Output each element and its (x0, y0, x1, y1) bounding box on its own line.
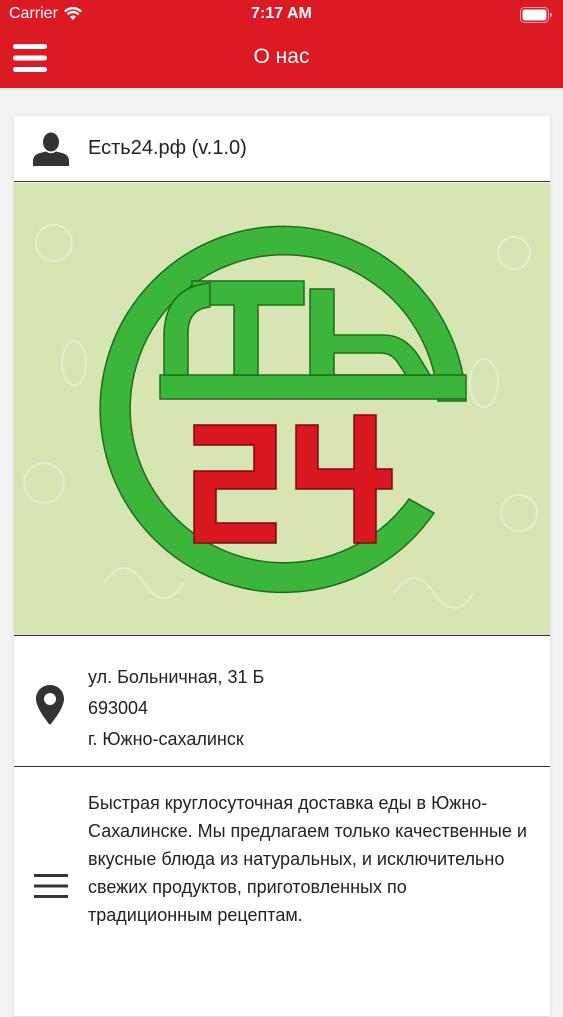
app-name-title: Есть24.рф (v.1.0) (88, 137, 247, 159)
navigation-bar: О нас (0, 30, 563, 88)
user-icon (33, 132, 69, 166)
description-section: Быстрая круглосуточная доставка еды в Юж… (14, 767, 550, 1017)
address-city: г. Южно-сахалинск (88, 729, 244, 749)
status-bar: Carrier 7:17 AM (0, 0, 563, 30)
description-text: Быстрая круглосуточная доставка еды в Юж… (88, 793, 527, 925)
address-lines: ул. Больничная, 31 Б 693004 г. Южно-саха… (88, 662, 264, 755)
logo-image (14, 183, 550, 635)
address-street: ул. Больничная, 31 Б (88, 667, 265, 687)
address-section: ул. Больничная, 31 Б 693004 г. Южно-саха… (14, 635, 550, 767)
battery-icon (520, 7, 552, 23)
address-postcode: 693004 (88, 698, 149, 718)
card-header: Есть24.рф (v.1.0) (14, 116, 550, 182)
text-lines-icon (34, 874, 68, 898)
app-header: Carrier 7:17 AM О нас (0, 0, 563, 88)
company-logo (23, 224, 538, 609)
status-time: 7:17 AM (251, 5, 312, 22)
map-pin-icon (36, 685, 64, 725)
about-card: Есть24.рф (v.1.0) ул. Больничная, 31 Б 6… (14, 116, 550, 1016)
page-title: О нас (253, 45, 310, 68)
